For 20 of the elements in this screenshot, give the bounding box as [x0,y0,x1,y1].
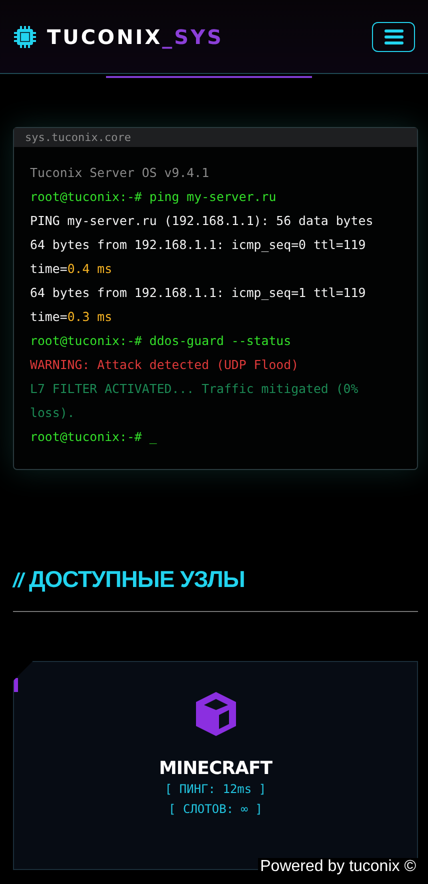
terminal-line: WARNING: Attack detected (UDP Flood) [30,356,300,374]
chip-icon [13,24,37,48]
menu-button[interactable] [372,22,415,52]
server-stat: [ СЛОТОВ: ∞ ] [168,801,262,818]
server-name: MINECRAFT [158,758,272,779]
terminal-line: 64 bytes from 192.168.1.1: icmp_seq=1 ttl=119 time=0.3 ms [30,284,367,326]
terminal-line: root@tuconix:-# ping my-server.ru [30,188,278,206]
terminal-title: sys.tuconix.core [14,128,417,147]
terminal-line: root@tuconix:-# _ [30,428,158,446]
terminal-line: Tuconix Server OS v9.4.1 [30,164,210,182]
terminal-line: PING my-server.ru (192.168.1.1): 56 data bytes [30,212,374,230]
terminal-line: 64 bytes from 192.168.1.1: icmp_seq=0 ttl=119 time=0.4 ms [30,236,367,278]
terminal-line: root@tuconix:-# ddos-guard --status [30,332,292,350]
powered-by-badge[interactable]: Powered by tuconix © [258,858,418,876]
card-marker [14,678,18,692]
server-stat: [ ПИНГ: 12ms ] [164,781,266,798]
menu-icon [384,28,404,44]
terminal-line: L7 FILTER ACTIVATED... Traffic mitigated (0% loss). [30,380,360,422]
section-heading: // ДОСТУПНЫЕ УЗЛЫ [13,566,246,593]
site-logo[interactable]: TUCONIX_SYS [47,24,224,48]
